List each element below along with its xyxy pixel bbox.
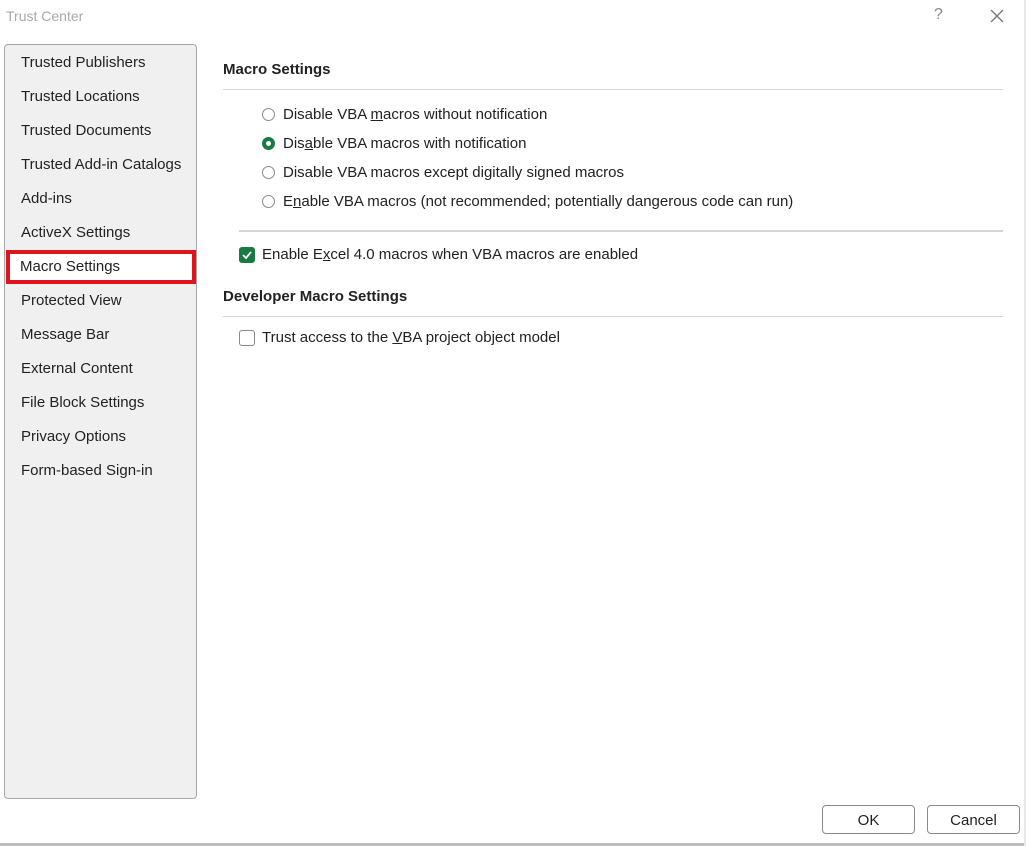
sidebar-item-macro-settings[interactable]: Macro Settings: [6, 250, 196, 284]
sidebar-item-protected-view[interactable]: Protected View: [7, 284, 195, 318]
radio-disable-with-notification[interactable]: Disable VBA macros with notification: [262, 135, 526, 152]
sidebar-item-privacy-options[interactable]: Privacy Options: [7, 420, 195, 454]
checkbox-enable-excel4-macros[interactable]: Enable Excel 4.0 macros when VBA macros …: [239, 246, 638, 263]
option-label: Trust access to the VBA project object m…: [262, 329, 560, 346]
option-label: Disable VBA macros with notification: [283, 135, 527, 152]
checkbox[interactable]: [239, 329, 255, 346]
close-button[interactable]: [989, 8, 1005, 24]
sidebar-item-trusted-addin-catalogs[interactable]: Trusted Add-in Catalogs: [7, 148, 195, 182]
sidebar-item-trusted-publishers[interactable]: Trusted Publishers: [7, 46, 195, 80]
dialog-title: Trust Center: [6, 8, 84, 24]
help-button[interactable]: ?: [934, 6, 943, 24]
option-label: Disable VBA macros without notification: [283, 106, 548, 123]
checkmark-icon: [242, 250, 252, 259]
section-divider: [239, 230, 1003, 232]
option-label: Disable VBA macros except digitally sign…: [283, 164, 624, 181]
sidebar-item-trusted-locations[interactable]: Trusted Locations: [7, 80, 195, 114]
section-divider: [223, 316, 1003, 317]
sidebar-item-external-content[interactable]: External Content: [7, 352, 195, 386]
radio-disable-except-signed[interactable]: Disable VBA macros except digitally sign…: [262, 164, 624, 181]
cancel-button[interactable]: Cancel: [927, 805, 1020, 834]
radio-disable-without-notification[interactable]: Disable VBA macros without notification: [262, 106, 547, 123]
close-icon: [990, 9, 1004, 23]
radio-button-selected[interactable]: [262, 137, 275, 150]
radio-button[interactable]: [262, 108, 275, 121]
developer-settings-heading: Developer Macro Settings: [223, 288, 408, 305]
option-label: Enable Excel 4.0 macros when VBA macros …: [262, 246, 639, 263]
ok-button[interactable]: OK: [822, 805, 915, 834]
radio-button[interactable]: [262, 195, 275, 208]
sidebar-item-message-bar[interactable]: Message Bar: [7, 318, 195, 352]
macro-settings-heading: Macro Settings: [223, 61, 331, 78]
sidebar-item-addins[interactable]: Add-ins: [7, 182, 195, 216]
checkbox-checked[interactable]: [239, 246, 255, 263]
option-label: Enable VBA macros (not recommended; pote…: [283, 193, 794, 210]
sidebar-item-activex-settings[interactable]: ActiveX Settings: [7, 216, 195, 250]
sidebar-item-file-block-settings[interactable]: File Block Settings: [7, 386, 195, 420]
radio-button[interactable]: [262, 166, 275, 179]
checkbox-trust-vba-object-model[interactable]: Trust access to the VBA project object m…: [239, 329, 560, 346]
sidebar-item-form-based-sign-in[interactable]: Form-based Sign-in: [7, 454, 195, 488]
sidebar-item-trusted-documents[interactable]: Trusted Documents: [7, 114, 195, 148]
section-divider: [223, 89, 1003, 90]
sidebar-nav: Trusted Publishers Trusted Locations Tru…: [4, 44, 197, 799]
radio-enable-all-macros[interactable]: Enable VBA macros (not recommended; pote…: [262, 193, 793, 210]
